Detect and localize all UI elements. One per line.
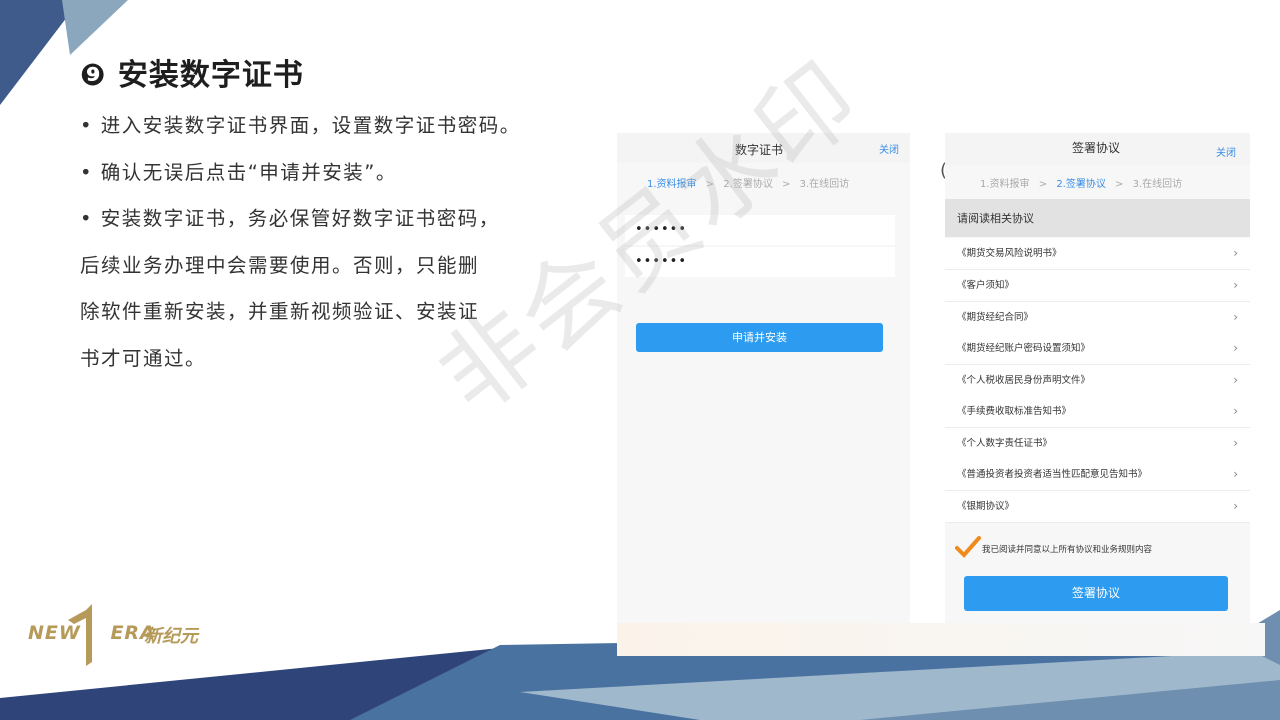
screen1-close-link[interactable]: 关闭 bbox=[879, 141, 899, 156]
step-3: 3.在线回访 bbox=[1132, 179, 1183, 190]
logo-text: NEW ERA bbox=[28, 622, 156, 644]
step-sep: > bbox=[1115, 179, 1124, 190]
step-2: 2.签署协议 bbox=[1056, 179, 1106, 190]
slide-title: ❾ 安装数字证书 bbox=[80, 58, 304, 93]
agreement-title: 《期货经纪合同》 bbox=[957, 312, 1034, 323]
agreement-row[interactable]: 《客户须知》 › bbox=[945, 270, 1250, 302]
agreement-row[interactable]: 《个人税收居民身份声明文件》 › bbox=[945, 365, 1250, 397]
bullet-line: • 确认无误后点击“申请并安装”。 bbox=[80, 160, 397, 184]
screen2-header: 签署协议 关闭 bbox=[945, 133, 1250, 165]
chevron-right-icon: › bbox=[1233, 373, 1238, 387]
screen2-close-link[interactable]: 关闭 bbox=[1216, 144, 1236, 159]
chevron-right-icon: › bbox=[1233, 246, 1238, 260]
agreement-title: 《个人税收居民身份声明文件》 bbox=[957, 375, 1091, 386]
agreement-title: 《客户须知》 bbox=[957, 280, 1015, 291]
agreement-title: 《手续费收取标准告知书》 bbox=[957, 406, 1072, 417]
step-sep: > bbox=[1038, 179, 1048, 190]
agreement-title: 《期货交易风险说明书》 bbox=[957, 248, 1062, 259]
agreement-section-header: 请阅读相关协议 bbox=[945, 199, 1250, 237]
chevron-right-icon: › bbox=[1233, 467, 1238, 481]
agreement-title: 《个人数字责任证书》 bbox=[957, 438, 1053, 449]
chevron-right-icon: › bbox=[1233, 310, 1238, 324]
agreement-row[interactable]: 《普通投资者投资者适当性匹配意见告知书》 › bbox=[945, 459, 1250, 491]
agreement-row[interactable]: 《期货交易风险说明书》 › bbox=[945, 238, 1250, 270]
agree-text: 我已阅读并同意以上所有协议和业务规则内容 bbox=[982, 545, 1153, 555]
chevron-right-icon: › bbox=[1233, 404, 1238, 418]
screen2-steps: 1.资料报审 > 2.签署协议 > 3.在线回访 bbox=[980, 175, 1182, 190]
section-header-text: 请阅读相关协议 bbox=[957, 212, 1034, 225]
apply-install-button[interactable]: 申请并安装 bbox=[636, 323, 883, 352]
step-1: 1.资料报审 bbox=[980, 179, 1030, 190]
agreement-row[interactable]: 《手续费收取标准告知书》 › bbox=[945, 396, 1250, 428]
agreement-title: 《期货经纪账户密码设置须知》 bbox=[957, 343, 1091, 354]
checkmark-icon bbox=[955, 536, 981, 558]
agreement-row[interactable]: 《期货经纪账户密码设置须知》 › bbox=[945, 333, 1250, 365]
chevron-right-icon: › bbox=[1233, 341, 1238, 355]
agree-checkbox[interactable] bbox=[955, 535, 981, 559]
agreement-title: 《普通投资者投资者适当性匹配意见告知书》 bbox=[957, 469, 1148, 480]
agreement-row[interactable]: 《期货经纪合同》 › bbox=[945, 302, 1250, 334]
agreement-row[interactable]: 《银期协议》 › bbox=[945, 491, 1250, 523]
chevron-right-icon: › bbox=[1233, 499, 1238, 513]
chevron-right-icon: › bbox=[1233, 436, 1238, 450]
sign-agreement-button[interactable]: 签署协议 bbox=[964, 576, 1228, 611]
newera-logo: NEW ERA 新纪元 bbox=[28, 600, 228, 670]
logo-cn: 新纪元 bbox=[144, 626, 198, 647]
agreement-row[interactable]: 《个人数字责任证书》 › bbox=[945, 428, 1250, 460]
agreement-title: 《银期协议》 bbox=[957, 501, 1015, 512]
phones-bottom-band bbox=[617, 623, 1265, 656]
bullet-line: • 进入安装数字证书界面，设置数字证书密码。 bbox=[80, 114, 521, 137]
screen2-title: 签署协议 bbox=[1072, 141, 1121, 155]
chevron-right-icon: › bbox=[1233, 278, 1238, 292]
